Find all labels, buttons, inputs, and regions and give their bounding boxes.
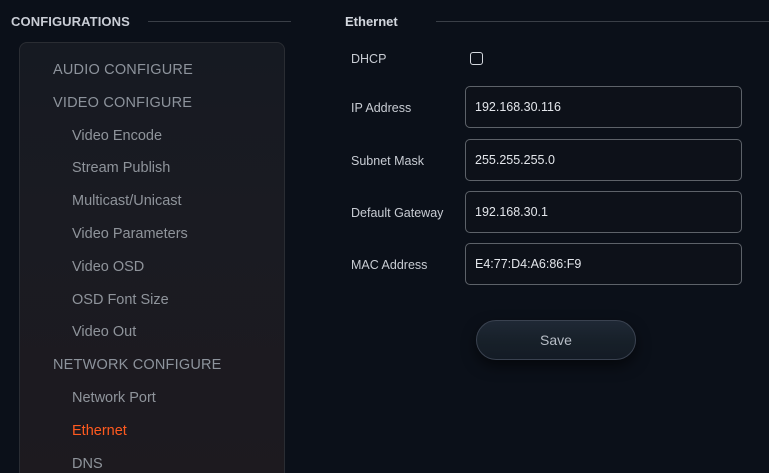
menu-item-ethernet[interactable]: Ethernet: [0, 415, 280, 448]
ethernet-divider: [435, 20, 769, 22]
menu-item-audio-configure[interactable]: AUDIO CONFIGURE: [0, 54, 280, 87]
settings-page: CONFIGURATIONS AUDIO CONFIGURE VIDEO CON…: [0, 0, 769, 473]
subnet-mask-field[interactable]: [465, 139, 742, 181]
menu-item-stream-publish[interactable]: Stream Publish: [0, 152, 280, 185]
menu-item-network-port[interactable]: Network Port: [0, 382, 280, 415]
ethernet-header: Ethernet: [345, 10, 769, 32]
mac-address-label: MAC Address: [351, 258, 428, 272]
dhcp-label: DHCP: [351, 52, 387, 66]
menu-item-video-parameters[interactable]: Video Parameters: [0, 218, 280, 251]
subnet-mask-label: Subnet Mask: [351, 154, 424, 168]
default-gateway-label: Default Gateway: [351, 206, 444, 220]
menu-item-video-out[interactable]: Video Out: [0, 316, 280, 349]
menu-item-dns[interactable]: DNS: [0, 448, 280, 473]
ip-address-label: IP Address: [351, 101, 412, 115]
menu-item-video-osd[interactable]: Video OSD: [0, 251, 280, 284]
save-button[interactable]: Save: [476, 320, 636, 360]
menu-item-network-configure[interactable]: NETWORK CONFIGURE: [0, 349, 280, 382]
menu-item-osd-font-size[interactable]: OSD Font Size: [0, 284, 280, 317]
menu-item-video-encode[interactable]: Video Encode: [0, 120, 280, 153]
configurations-divider: [147, 20, 291, 22]
mac-address-field[interactable]: [465, 243, 742, 285]
ip-address-field[interactable]: [465, 86, 742, 128]
configurations-panel: CONFIGURATIONS AUDIO CONFIGURE VIDEO CON…: [0, 0, 300, 473]
menu-item-video-configure[interactable]: VIDEO CONFIGURE: [0, 87, 280, 120]
ethernet-title: Ethernet: [345, 13, 398, 29]
default-gateway-field[interactable]: [465, 191, 742, 233]
dhcp-checkbox[interactable]: [470, 52, 483, 65]
menu-item-multicast-unicast[interactable]: Multicast/Unicast: [0, 185, 280, 218]
ethernet-panel: Ethernet DHCP IP Address Subnet Mask Def…: [330, 0, 769, 473]
configurations-menu: AUDIO CONFIGURE VIDEO CONFIGURE Video En…: [0, 54, 280, 473]
configurations-header: CONFIGURATIONS: [11, 10, 291, 32]
configurations-title: CONFIGURATIONS: [11, 13, 130, 29]
